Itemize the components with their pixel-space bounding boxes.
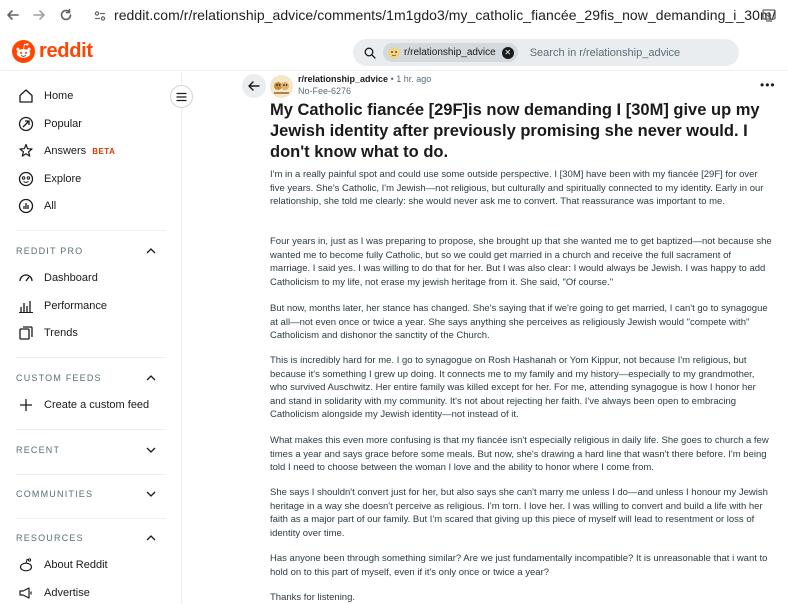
create-custom-feed-button[interactable]: Create a custom feed	[16, 393, 149, 417]
back-arrow-icon[interactable]	[2, 4, 24, 26]
sidebar-item-about-reddit[interactable]: About Reddit	[16, 553, 108, 577]
sidebar-item-advertise[interactable]: Advertise	[16, 581, 90, 604]
divider	[16, 357, 166, 358]
more-options-icon[interactable]: •••	[760, 78, 776, 92]
site-info-icon[interactable]	[94, 9, 106, 27]
explore-icon	[16, 169, 36, 189]
sidebar-item-performance[interactable]: Performance	[16, 294, 107, 318]
section-custom-feeds[interactable]: CUSTOM FEEDS	[16, 370, 156, 386]
post-paragraph: I'm in a really painful spot and could u…	[270, 169, 764, 208]
post-paragraph: She says I shouldn't convert just for he…	[270, 487, 768, 539]
subreddit-avatar-icon	[270, 75, 293, 98]
forward-arrow-icon[interactable]	[28, 4, 50, 26]
install-app-icon[interactable]	[762, 8, 776, 27]
left-sidebar: Home Popular Answers BETA Explore All RE…	[0, 72, 193, 604]
chevron-up-icon	[146, 373, 156, 383]
divider	[16, 429, 166, 430]
dashboard-icon	[16, 268, 36, 288]
section-recent[interactable]: RECENT	[16, 442, 156, 458]
reload-icon[interactable]	[55, 4, 77, 26]
sidebar-item-explore[interactable]: Explore	[16, 167, 81, 191]
post-paragraph: Thanks for listening.	[270, 592, 356, 603]
reddit-header: reddit r/relationship_advice ✕ Search in…	[0, 33, 788, 71]
address-bar[interactable]: reddit.com/r/relationship_advice/comment…	[86, 3, 776, 27]
post-paragraph: This is incredibly hard for me. I go to …	[270, 355, 756, 421]
subreddit-avatar[interactable]	[270, 75, 293, 98]
post-meta: r/relationship_advice • 1 hr. ago	[298, 74, 431, 84]
plus-icon	[16, 395, 36, 415]
performance-icon	[16, 296, 36, 316]
all-icon	[16, 196, 36, 216]
divider	[16, 230, 166, 231]
url-text: reddit.com/r/relationship_advice/comment…	[114, 7, 776, 23]
search-placeholder: Search in r/relationship_advice	[529, 46, 681, 59]
search-bar[interactable]: r/relationship_advice ✕ Search in r/rela…	[353, 39, 739, 66]
sidebar-item-all[interactable]: All	[16, 194, 56, 218]
advertise-icon	[16, 583, 36, 603]
reddit-wordmark: reddit	[39, 40, 93, 62]
post-title: My Catholic fiancée [29F]is now demandin…	[270, 101, 760, 161]
hamburger-icon	[176, 92, 187, 101]
chevron-down-icon	[146, 445, 156, 455]
sidebar-item-dashboard[interactable]: Dashboard	[16, 266, 98, 290]
arrow-left-icon	[248, 81, 260, 91]
post-paragraph: But now, months later, her stance has ch…	[270, 303, 768, 342]
reddit-snoo-icon	[12, 40, 35, 63]
search-icon	[364, 46, 376, 64]
beta-badge: BETA	[92, 146, 116, 156]
divider	[16, 474, 166, 475]
collapse-sidebar-button[interactable]	[170, 85, 193, 108]
post-time: 1 hr. ago	[396, 74, 432, 84]
clear-chip-icon[interactable]: ✕	[501, 46, 514, 59]
home-icon	[16, 86, 36, 106]
about-icon	[16, 555, 36, 575]
post-paragraph: Has anyone been through something simila…	[270, 553, 768, 578]
sidebar-item-home[interactable]: Home	[16, 84, 73, 108]
subreddit-avatar-icon	[388, 46, 400, 59]
sidebar-item-popular[interactable]: Popular	[16, 112, 82, 136]
chevron-down-icon	[146, 489, 156, 499]
popular-icon	[16, 114, 36, 134]
chevron-up-icon	[146, 246, 156, 256]
answers-icon	[16, 141, 36, 161]
back-button[interactable]	[242, 74, 266, 98]
sidebar-item-trends[interactable]: Trends	[16, 321, 78, 345]
browser-toolbar: reddit.com/r/relationship_advice/comment…	[0, 0, 788, 30]
post-paragraph: Four years in, just as I was preparing t…	[270, 236, 772, 288]
post-author[interactable]: No-Fee-6276	[298, 86, 351, 96]
meta-separator: •	[390, 74, 394, 84]
reddit-logo[interactable]: reddit	[12, 40, 93, 63]
post-paragraph: What makes this even more confusing is t…	[270, 435, 769, 474]
section-reddit-pro[interactable]: REDDIT PRO	[16, 243, 156, 259]
chevron-up-icon	[146, 533, 156, 543]
divider	[16, 518, 166, 519]
trends-icon	[16, 323, 36, 343]
subreddit-search-chip[interactable]: r/relationship_advice ✕	[383, 43, 518, 62]
subreddit-link[interactable]: r/relationship_advice	[298, 74, 388, 84]
sidebar-item-answers[interactable]: Answers BETA	[16, 139, 115, 163]
section-resources[interactable]: RESOURCES	[16, 530, 156, 546]
section-communities[interactable]: COMMUNITIES	[16, 486, 156, 502]
